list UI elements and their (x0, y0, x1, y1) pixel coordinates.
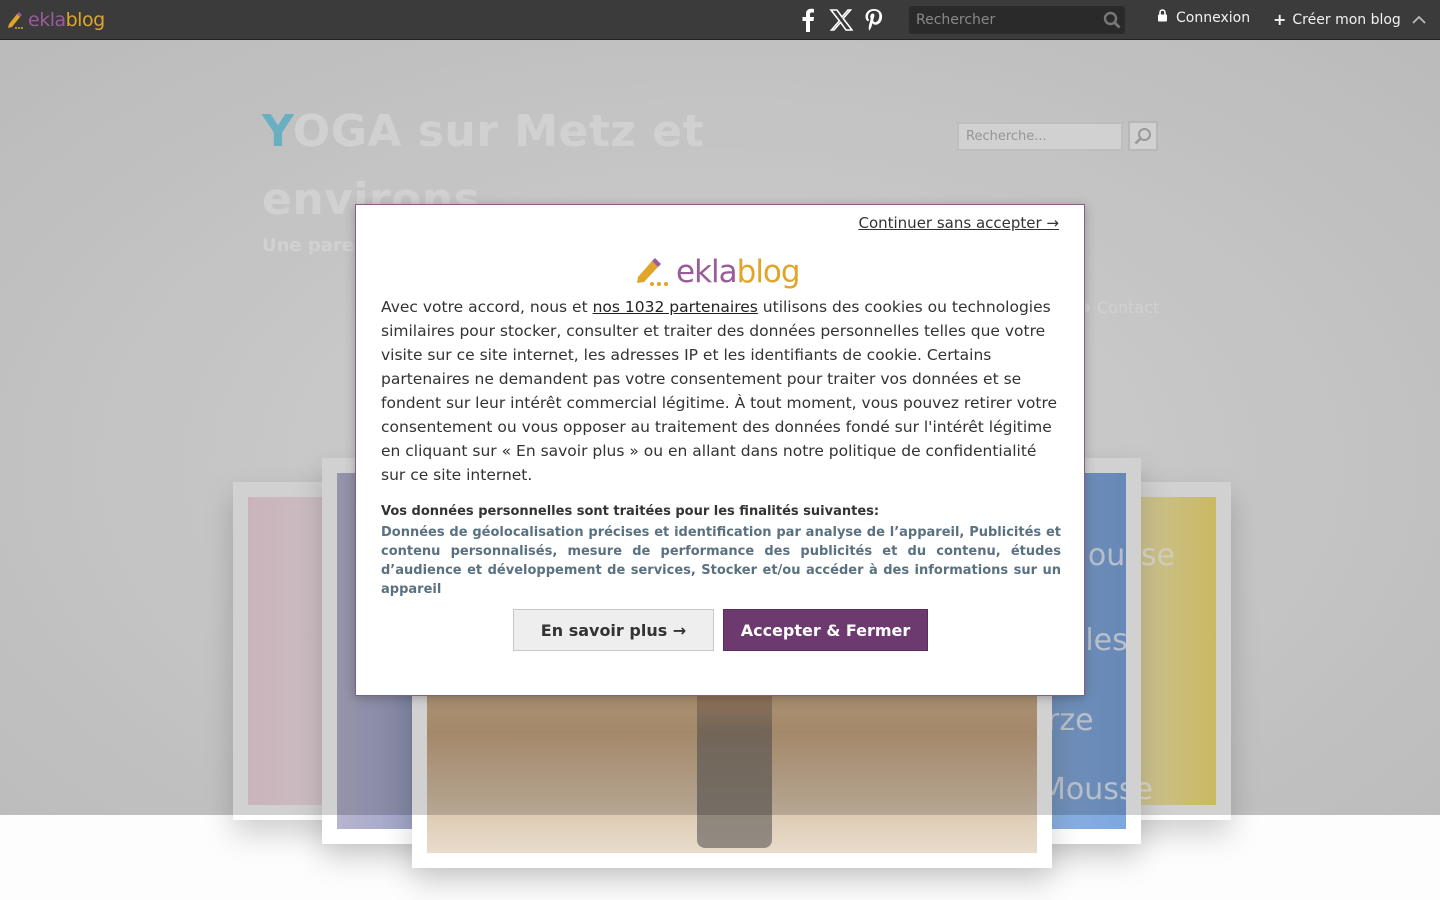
consent-text-main: utilisons des cookies ou technologies si… (381, 298, 1058, 484)
search-icon[interactable] (1103, 11, 1121, 29)
plus-icon: + (1273, 10, 1287, 29)
purposes-list: Données de géolocalisation précises et i… (381, 525, 1061, 597)
login-link[interactable]: Connexion (1157, 8, 1251, 26)
cookie-consent-dialog: Continuer sans accepter → eklablog Avec … (355, 204, 1085, 696)
accept-and-close-button[interactable]: Accepter & Fermer (723, 609, 928, 651)
eklablog-logo: eklablog (634, 249, 801, 295)
eklablog-topbar: eklablog Connexion + Créer mon blog (0, 0, 1440, 40)
consent-text: Avec votre accord, nous et nos 1032 part… (381, 295, 1061, 487)
login-label: Connexion (1176, 10, 1251, 26)
purposes-heading: Vos données personnelles sont traitées p… (381, 504, 880, 519)
consent-text-intro: Avec votre accord, nous et (381, 298, 593, 316)
partners-link[interactable]: nos 1032 partenaires (593, 298, 758, 316)
topbar-search-input[interactable] (909, 6, 1099, 34)
learn-more-button[interactable]: En savoir plus → (513, 609, 714, 651)
pinterest-icon[interactable] (861, 7, 887, 33)
topbar-search (909, 6, 1125, 34)
pencil-icon (8, 12, 23, 29)
facebook-icon[interactable] (795, 7, 821, 33)
lock-icon (1158, 8, 1167, 21)
x-twitter-icon[interactable] (828, 7, 854, 33)
continue-without-accepting-link[interactable]: Continuer sans accepter → (858, 214, 1059, 232)
eklablog-logo[interactable]: eklablog (6, 6, 105, 34)
pencil-icon (637, 258, 668, 286)
eklablog-wordmark: eklablog (28, 9, 105, 31)
eklablog-wordmark: eklablog (676, 254, 801, 290)
create-blog-label: Créer mon blog (1292, 11, 1401, 28)
chevron-up-icon[interactable] (1412, 13, 1426, 27)
create-blog-link[interactable]: + Créer mon blog (1273, 10, 1401, 29)
